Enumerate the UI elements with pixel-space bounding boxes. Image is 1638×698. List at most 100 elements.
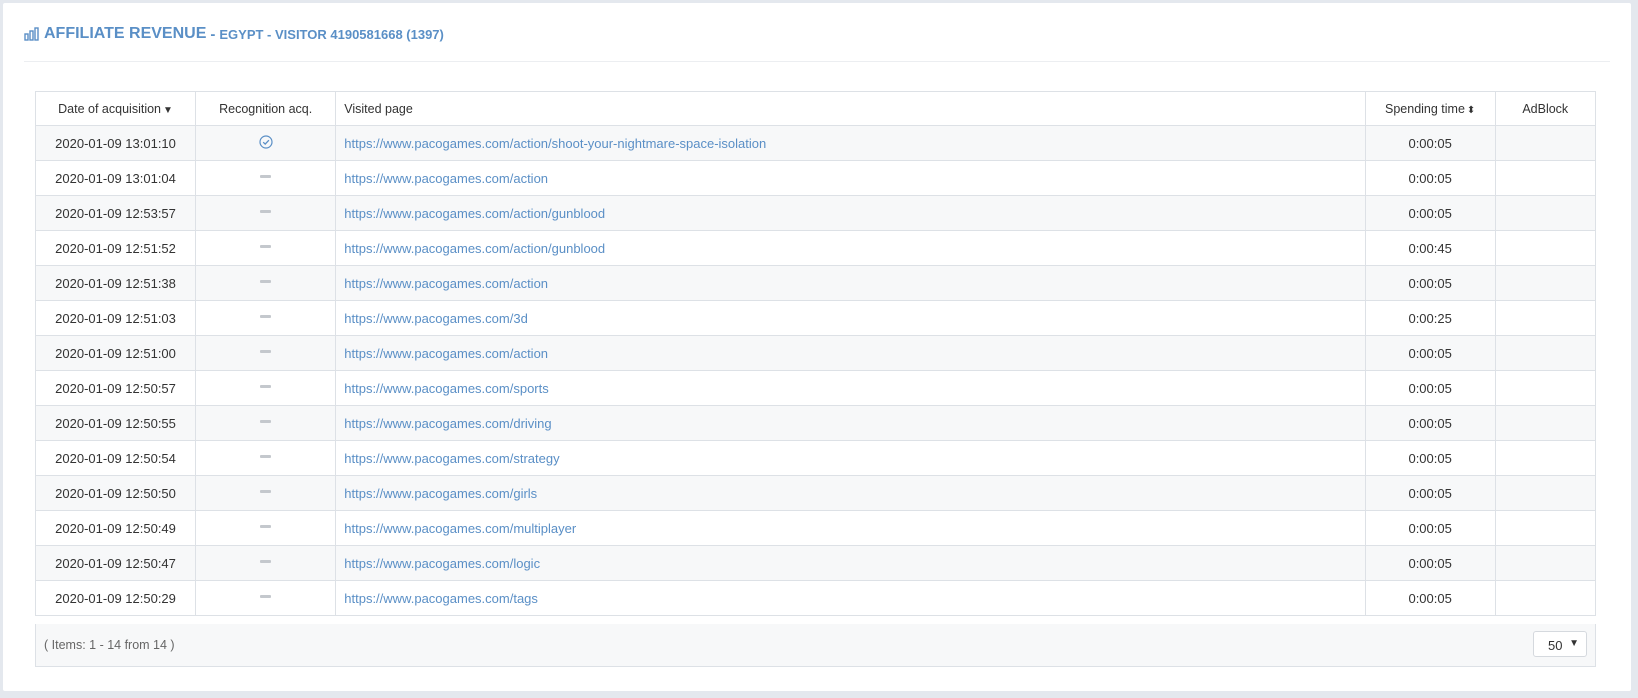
- visited-page-link[interactable]: https://www.pacogames.com/action/shoot-y…: [344, 136, 766, 151]
- visited-page-link[interactable]: https://www.pacogames.com/action: [344, 171, 548, 186]
- cell-adblock: [1494, 265, 1597, 301]
- table-row: 2020-01-09 12:50:50 https://www.pacogames…: [34, 475, 1597, 511]
- dash-icon: [260, 209, 272, 213]
- column-header-date[interactable]: Date of acquisition ▼: [34, 91, 197, 126]
- cell-visited-page: https://www.pacogames.com/sports: [335, 370, 1366, 406]
- dash-icon: [260, 349, 272, 353]
- cell-recognition: [195, 475, 337, 511]
- cell-date: 2020-01-09 12:50:47: [34, 545, 197, 581]
- cell-date: 2020-01-09 12:50:49: [34, 510, 197, 546]
- cell-visited-page: https://www.pacogames.com/logic: [335, 545, 1366, 581]
- cell-spending-time: 0:00:05: [1364, 195, 1496, 231]
- cell-visited-page: https://www.pacogames.com/action/gunbloo…: [335, 195, 1366, 231]
- dash-icon: [260, 524, 272, 528]
- table-row: 2020-01-09 12:50:55 https://www.pacogames…: [34, 405, 1597, 441]
- table-row: 2020-01-09 12:50:54 https://www.pacogames…: [34, 440, 1597, 476]
- cell-visited-page: https://www.pacogames.com/tags: [335, 580, 1366, 616]
- column-header-recognition: Recognition acq.: [195, 91, 337, 126]
- cell-recognition: [195, 370, 337, 406]
- cell-date: 2020-01-09 12:50:50: [34, 475, 197, 511]
- cell-recognition: [195, 580, 337, 616]
- visited-page-link[interactable]: https://www.pacogames.com/sports: [344, 381, 548, 396]
- table-row: 2020-01-09 13:01:10 https://www.pacogames…: [34, 125, 1597, 161]
- page-title: AFFILIATE REVENUE: [44, 25, 207, 42]
- cell-adblock: [1494, 230, 1597, 266]
- dash-icon: [260, 244, 272, 248]
- column-header-spending-time-label: Spending time: [1385, 101, 1465, 116]
- visited-page-link[interactable]: https://www.pacogames.com/action/gunbloo…: [344, 206, 605, 221]
- cell-spending-time: 0:00:05: [1364, 545, 1496, 581]
- cell-adblock: [1494, 545, 1597, 581]
- page-size-select[interactable]: 50 ▼: [1533, 631, 1587, 657]
- cell-date: 2020-01-09 12:50:29: [34, 580, 197, 616]
- dash-icon: [260, 419, 272, 423]
- cell-adblock: [1494, 125, 1597, 161]
- cell-visited-page: https://www.pacogames.com/girls: [335, 475, 1366, 511]
- cell-adblock: [1494, 475, 1597, 511]
- dash-icon: [260, 489, 272, 493]
- cell-date: 2020-01-09 12:51:00: [34, 335, 197, 371]
- cell-spending-time: 0:00:05: [1364, 440, 1496, 476]
- cell-recognition: [195, 300, 337, 336]
- cell-date: 2020-01-09 12:53:57: [34, 195, 197, 231]
- items-count: ( Items: 1 - 14 from 14 ): [44, 638, 175, 652]
- visited-page-link[interactable]: https://www.pacogames.com/strategy: [344, 451, 559, 466]
- cell-visited-page: https://www.pacogames.com/action: [335, 335, 1366, 371]
- cell-adblock: [1494, 405, 1597, 441]
- table-header-row: Date of acquisition ▼ Recognition acq. Vi…: [34, 91, 1597, 126]
- cell-visited-page: https://www.pacogames.com/3d: [335, 300, 1366, 336]
- column-header-spending-time[interactable]: Spending time ⬍: [1364, 91, 1496, 126]
- cell-recognition: [195, 510, 337, 546]
- column-header-recognition-label: Recognition acq.: [219, 101, 313, 116]
- cell-date: 2020-01-09 12:50:55: [34, 405, 197, 441]
- visited-page-link[interactable]: https://www.pacogames.com/action: [344, 276, 548, 291]
- visited-page-link[interactable]: https://www.pacogames.com/multiplayer: [344, 521, 576, 536]
- cell-date: 2020-01-09 12:50:57: [34, 370, 197, 406]
- cell-recognition: [195, 335, 337, 371]
- caret-down-icon: ▼: [1569, 638, 1579, 649]
- cell-adblock: [1494, 580, 1597, 616]
- column-header-date-label: Date of acquisition: [58, 101, 161, 116]
- dash-icon: [260, 384, 272, 388]
- visited-page-link[interactable]: https://www.pacogames.com/logic: [344, 556, 540, 571]
- dash-icon: [260, 174, 272, 178]
- page-size-value: 50: [1548, 638, 1563, 653]
- cell-recognition: [195, 440, 337, 476]
- cell-recognition: [195, 265, 337, 301]
- table-row: 2020-01-09 12:51:00 https://www.pacogames…: [34, 335, 1597, 371]
- table-row: 2020-01-09 12:50:47 https://www.pacogames…: [34, 545, 1597, 581]
- sort-desc-icon: ▼: [163, 104, 173, 116]
- cell-adblock: [1494, 160, 1597, 196]
- cell-recognition: [195, 125, 337, 161]
- cell-adblock: [1494, 195, 1597, 231]
- cell-visited-page: https://www.pacogames.com/driving: [335, 405, 1366, 441]
- sort-both-icon: ⬍: [1466, 104, 1476, 116]
- visited-page-link[interactable]: https://www.pacogames.com/3d: [344, 311, 528, 326]
- visited-page-link[interactable]: https://www.pacogames.com/action/gunbloo…: [344, 241, 605, 256]
- cell-spending-time: 0:00:05: [1364, 510, 1496, 546]
- cell-recognition: [195, 195, 337, 231]
- cell-visited-page: https://www.pacogames.com/action: [335, 160, 1366, 196]
- cell-spending-time: 0:00:05: [1364, 475, 1496, 511]
- dash-icon: [260, 279, 272, 283]
- visited-page-link[interactable]: https://www.pacogames.com/driving: [344, 416, 551, 431]
- cell-visited-page: https://www.pacogames.com/multiplayer: [335, 510, 1366, 546]
- visited-page-link[interactable]: https://www.pacogames.com/girls: [344, 486, 537, 501]
- title-separator: -: [210, 25, 216, 43]
- cell-date: 2020-01-09 12:51:52: [34, 230, 197, 266]
- table-row: 2020-01-09 12:50:49 https://www.pacogames…: [34, 510, 1597, 546]
- cell-date: 2020-01-09 12:50:54: [34, 440, 197, 476]
- dash-icon: [260, 454, 272, 458]
- dash-icon: [260, 314, 272, 318]
- visited-page-link[interactable]: https://www.pacogames.com/tags: [344, 591, 538, 606]
- cell-recognition: [195, 545, 337, 581]
- visited-page-link[interactable]: https://www.pacogames.com/action: [344, 346, 548, 361]
- column-header-adblock-label: AdBlock: [1522, 101, 1569, 116]
- column-header-visited-page-label: Visited page: [344, 101, 413, 116]
- bar-chart-icon: [24, 27, 39, 41]
- cell-date: 2020-01-09 12:51:38: [34, 265, 197, 301]
- panel-header: AFFILIATE REVENUE - EGYPT - VISITOR 4190…: [24, 25, 448, 43]
- cell-adblock: [1494, 300, 1597, 336]
- cell-spending-time: 0:00:45: [1364, 230, 1496, 266]
- table-row: 2020-01-09 12:53:57 https://www.pacogames…: [34, 195, 1597, 231]
